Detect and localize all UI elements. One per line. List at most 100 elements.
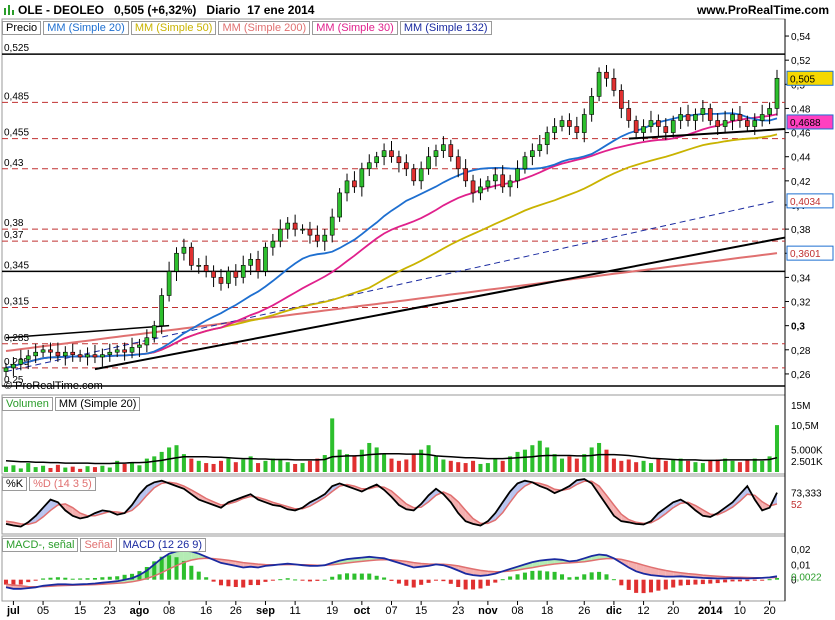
macd-histogram-bar [552, 571, 557, 580]
macd-histogram-bar [337, 574, 342, 580]
macd-histogram-bar [508, 576, 513, 580]
volume-bar [634, 462, 639, 472]
candle-body [137, 344, 142, 348]
macd-histogram-bar [752, 579, 757, 581]
x-axis-tick-label: 15 [74, 605, 86, 617]
macd-histogram-bar [589, 572, 594, 580]
volume-bar [48, 467, 53, 472]
volume-legend: Volumen MM (Simple 20) [2, 397, 142, 411]
candle-body [730, 114, 735, 121]
macd-histogram-bar [256, 579, 261, 586]
candle-body [166, 271, 172, 296]
volume-bar [574, 458, 579, 472]
macd-histogram-bar [85, 578, 90, 580]
x-axis-tick-label: 2014 [698, 605, 723, 617]
level-label: 0,345 [4, 260, 29, 271]
candle-body [107, 351, 113, 355]
candle-body [515, 168, 520, 182]
macd-legend: MACD-, señal Señal MACD (12 26 9) [2, 538, 208, 552]
macd-histogram-bar [48, 577, 53, 580]
volume-bar [730, 460, 735, 472]
x-axis-tick-label: 26 [578, 605, 590, 617]
legend-item[interactable]: MM (Simple 20) [54, 397, 141, 411]
candle-body [707, 108, 713, 121]
candle-body [448, 144, 454, 158]
candle-body [678, 114, 683, 121]
volume-bar [196, 460, 201, 472]
macd-histogram-bar [18, 579, 23, 585]
candle-body [559, 120, 565, 127]
macd-histogram-bar [708, 579, 713, 584]
macd-histogram-bar [100, 577, 105, 580]
candle-body [77, 354, 83, 358]
macd-histogram-bar [641, 579, 646, 594]
macd-histogram-bar [189, 565, 194, 580]
macd-histogram-bar [648, 579, 653, 593]
candle-body [352, 180, 357, 188]
x-axis-tick-label: jul [6, 605, 20, 617]
legend-item[interactable]: MACD-, señal [2, 538, 79, 552]
volume-bar [18, 468, 23, 472]
macd-histogram-bar [174, 557, 179, 580]
legend-item[interactable]: MACD (12 26 9) [118, 538, 207, 552]
level-label: 0,455 [4, 128, 29, 139]
macd-histogram-bar [322, 579, 327, 581]
macd-histogram-bar [285, 578, 290, 580]
macd-histogram-bar [671, 579, 676, 588]
legend-item[interactable]: %K [2, 477, 28, 491]
trendline [94, 236, 786, 371]
volume-bar [411, 454, 416, 472]
price-axis-tick-label: 0,38 [791, 225, 811, 236]
x-axis-tick-label: 08 [511, 605, 523, 617]
volume-bar [33, 467, 38, 472]
x-axis-tick-label: 07 [385, 605, 397, 617]
macd-histogram-bar [537, 570, 542, 580]
volume-bar [189, 458, 194, 472]
candle-body [300, 228, 305, 231]
candle-body [203, 265, 209, 272]
macd-histogram-bar [737, 579, 742, 582]
legend-item[interactable]: %D (14 3 5) [29, 477, 96, 491]
volume-bar [426, 445, 431, 472]
candle-body [767, 108, 772, 115]
candle-body [715, 120, 721, 127]
candle-body [315, 234, 320, 242]
macd-histogram-bar [315, 579, 320, 581]
legend-item[interactable]: Volumen [2, 397, 53, 411]
macd-histogram-bar [686, 579, 691, 586]
candle-body [633, 120, 639, 133]
candle-body [322, 234, 328, 242]
price-axis-tick-label: 0,42 [791, 177, 811, 188]
volume-bar [597, 442, 602, 472]
candle-body [574, 126, 580, 133]
price-axis-tick-label: 0,52 [791, 56, 811, 67]
x-axis-tick-label: 11 [289, 605, 300, 617]
macd-histogram-bar [55, 577, 60, 580]
stochastic-fill [139, 486, 147, 504]
volume-bar [567, 456, 572, 472]
macd-histogram-bar [374, 575, 379, 580]
macd-histogram-bar [226, 579, 231, 587]
ma-200-line [5, 252, 778, 352]
volume-axis-tick-label: 10,5M [791, 421, 819, 432]
price-axis-tick-label: 0,48 [791, 104, 811, 115]
price-axis-tick-label: 0,34 [791, 273, 811, 284]
candle-body [55, 351, 61, 357]
macd-histogram-bar [241, 579, 246, 588]
volume-bar [478, 463, 483, 472]
volume-bar [3, 466, 9, 472]
legend-item[interactable]: Señal [80, 538, 117, 552]
volume-bar [441, 459, 446, 472]
macd-histogram-bar [582, 574, 587, 580]
volume-bar [559, 458, 565, 472]
macd-histogram-bar [493, 579, 498, 583]
macd-histogram-bar [559, 574, 565, 580]
candle-body [492, 174, 498, 182]
volume-bar [611, 458, 616, 472]
macd-histogram-bar [26, 579, 31, 583]
volume-bar [85, 466, 90, 472]
macd-histogram-bar [530, 570, 535, 580]
macd-histogram-bar [404, 579, 409, 586]
candle-body [255, 258, 261, 272]
candle-body [226, 271, 231, 284]
